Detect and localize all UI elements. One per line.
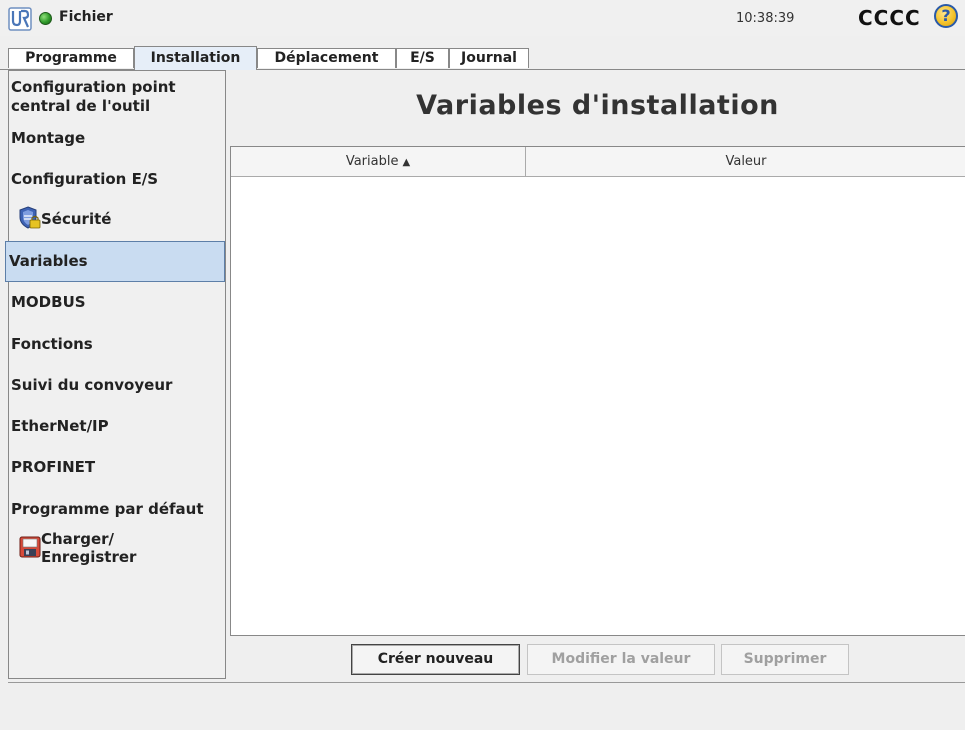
sort-ascending-icon: ▲ [402, 157, 411, 168]
top-bar: Fichier 10:38:39 CCCC ? [0, 0, 965, 36]
status-green-dot-icon [39, 12, 52, 25]
sidebar-item-montage[interactable]: Montage [11, 129, 223, 148]
page-title: Variables d'installation [416, 90, 779, 121]
sidebar-item-fonctions[interactable]: Fonctions [11, 335, 223, 354]
clock: 10:38:39 [736, 11, 795, 26]
sidebar-item-label: Sécurité [41, 210, 112, 228]
tab-bar: Programme Installation Déplacement E/S J… [0, 44, 965, 70]
sidebar-item-load-save[interactable]: Charger/ Enregistrer [11, 529, 223, 571]
sidebar-item-profinet[interactable]: PROFINET [11, 458, 223, 477]
sidebar-item-conveyor-tracking[interactable]: Suivi du convoyeur [11, 376, 223, 395]
floppy-disk-icon [19, 536, 41, 558]
file-menu[interactable]: Fichier [59, 9, 113, 25]
create-new-button[interactable]: Créer nouveau [351, 644, 520, 675]
tab-programme[interactable]: Programme [8, 48, 134, 68]
sidebar-item-modbus[interactable]: MODBUS [11, 293, 223, 312]
column-header-valeur[interactable]: Valeur [526, 147, 965, 176]
sidebar-item-variables[interactable]: Variables [5, 241, 225, 282]
tab-installation[interactable]: Installation [134, 46, 257, 70]
shield-lock-icon [19, 206, 41, 229]
sidebar-item-securite[interactable]: Sécurité [11, 206, 223, 232]
universal-robots-logo-icon [8, 7, 32, 31]
table-header: Variable ▲ Valeur [231, 147, 965, 177]
sidebar-item-ethernet-ip[interactable]: EtherNet/IP [11, 417, 223, 436]
tab-deplacement[interactable]: Déplacement [257, 48, 396, 68]
sidebar-item-default-program[interactable]: Programme par défaut [11, 500, 223, 519]
column-header-label: Variable [345, 154, 399, 169]
sidebar-item-tcp-configuration[interactable]: Configuration point central de l'outil [11, 78, 223, 116]
modify-value-button[interactable]: Modifier la valeur [527, 644, 715, 675]
help-icon[interactable]: ? [934, 4, 958, 28]
sidebar-item-io-configuration[interactable]: Configuration E/S [11, 170, 223, 189]
tab-journal[interactable]: Journal [449, 48, 529, 68]
delete-button[interactable]: Supprimer [721, 644, 849, 675]
tab-es[interactable]: E/S [396, 48, 449, 68]
sidebar-item-label: Charger/ Enregistrer [41, 530, 137, 566]
divider [8, 682, 965, 683]
column-header-variable[interactable]: Variable ▲ [231, 147, 526, 176]
robot-name: CCCC [858, 6, 921, 30]
installation-sidebar: Configuration point central de l'outil M… [5, 70, 226, 679]
variables-table: Variable ▲ Valeur [230, 146, 965, 636]
